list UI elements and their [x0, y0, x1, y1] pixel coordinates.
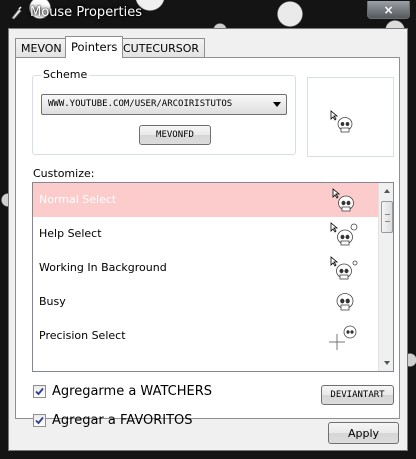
watchers-checkbox[interactable]: [33, 385, 46, 398]
scheme-dropdown[interactable]: WWW.YOUTUBE.COM/USER/ARCOIRISTUTOS: [41, 94, 287, 115]
list-item-help-select[interactable]: Help Select: [33, 217, 378, 251]
list-item-label: Busy: [39, 295, 66, 308]
favoritos-label: Agregar a FAVORITOS: [52, 413, 193, 428]
skull-arrow-icon: [330, 110, 353, 133]
pointers-panel: Scheme WWW.YOUTUBE.COM/USER/ARCOIRISTUTO…: [15, 57, 400, 428]
list-item-normal-select[interactable]: Normal Select: [33, 183, 378, 217]
scheme-legend: Scheme: [41, 68, 90, 81]
arrow-up-icon: [384, 189, 390, 193]
deviantart-button[interactable]: DEVIANTART: [321, 385, 394, 405]
arrow-down-icon: [384, 361, 390, 365]
cursor-list[interactable]: Normal Select Help Select Working In Bac…: [32, 182, 394, 372]
window-frame: Mouse Properties × MEVON Pointers CUTECU…: [0, 0, 416, 459]
list-item-precision-select[interactable]: Precision Select: [33, 319, 378, 353]
list-item-working-in-background[interactable]: Working In Background: [33, 251, 378, 285]
cursor-preview: [307, 77, 394, 157]
scroll-up-button[interactable]: [379, 183, 393, 199]
watchers-option[interactable]: Agregarme a WATCHERS: [33, 384, 212, 399]
mevonfd-button[interactable]: MEVONFD: [139, 125, 211, 145]
close-button[interactable]: ×: [367, 1, 410, 19]
tab-cutecursor[interactable]: CUTECURSOR: [117, 38, 206, 57]
skull-icon: [336, 293, 354, 311]
close-icon: ×: [383, 2, 394, 17]
skull-busy-arrow-icon: [330, 256, 358, 280]
tab-label: CUTECURSOR: [123, 42, 200, 55]
customize-label: Customize:: [33, 167, 95, 180]
tab-pointers[interactable]: Pointers: [65, 36, 124, 58]
tab-mevon[interactable]: MEVON: [15, 38, 68, 57]
mevonfd-button-label: MEVONFD: [156, 130, 194, 140]
skull-help-icon: [330, 222, 358, 246]
list-item-busy[interactable]: Busy: [33, 285, 378, 319]
list-item-label: Normal Select: [39, 193, 117, 206]
skull-crosshair-icon: [329, 325, 357, 350]
apply-button-label: Apply: [347, 426, 380, 440]
list-item-label: Working In Background: [39, 261, 167, 274]
list-item-label: Help Select: [39, 227, 102, 240]
apply-button[interactable]: Apply: [328, 422, 399, 444]
tab-label: MEVON: [21, 42, 62, 55]
tab-label: Pointers: [71, 40, 118, 54]
favoritos-option[interactable]: Agregar a FAVORITOS: [33, 413, 193, 428]
deviantart-button-label: DEVIANTART: [330, 390, 385, 400]
checkmark-icon: [35, 416, 44, 425]
scroll-down-button[interactable]: [379, 355, 393, 371]
skull-arrow-icon: [332, 188, 354, 212]
checkmark-icon: [35, 387, 44, 396]
scheme-group: Scheme WWW.YOUTUBE.COM/USER/ARCOIRISTUTO…: [32, 68, 296, 155]
window-title: Mouse Properties: [30, 5, 143, 20]
scroll-thumb[interactable]: [381, 201, 393, 233]
dialog-body: MEVON Pointers CUTECURSOR Scheme WWW.YOU…: [8, 28, 408, 451]
scheme-dropdown-value: WWW.YOUTUBE.COM/USER/ARCOIRISTUTOS: [48, 99, 233, 109]
title-bar[interactable]: Mouse Properties ×: [0, 0, 416, 28]
list-item-label: Precision Select: [39, 329, 126, 342]
mouse-icon: [11, 6, 22, 20]
favoritos-checkbox[interactable]: [33, 414, 46, 427]
watchers-label: Agregarme a WATCHERS: [52, 384, 212, 399]
list-scrollbar[interactable]: [378, 183, 393, 371]
chevron-down-icon: [273, 102, 281, 107]
